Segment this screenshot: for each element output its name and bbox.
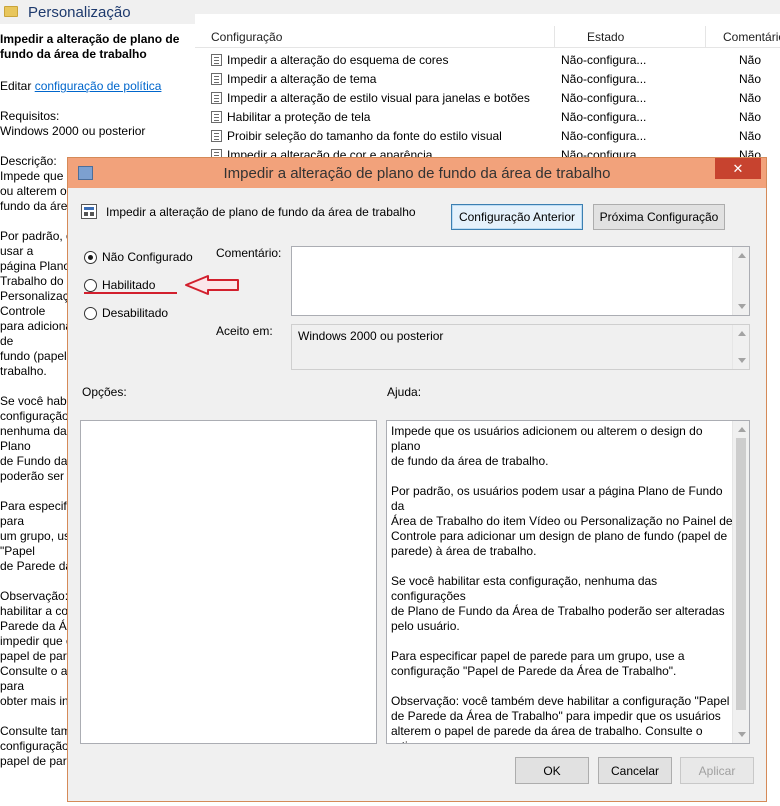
requirements-label: Requisitos: (0, 109, 60, 123)
description-label: Descrição: (0, 154, 57, 168)
category-title: Personalização (28, 4, 131, 21)
policy-setting-icon (81, 204, 97, 219)
row-state: Não-configura... (561, 129, 647, 143)
table-row[interactable]: Impedir a alteração do esquema de cores N… (209, 51, 780, 70)
cancel-button[interactable]: Cancelar (598, 757, 672, 784)
radio-not-configured-circle[interactable] (84, 250, 97, 264)
list-header: Configuração Estado Comentário (195, 26, 780, 48)
policy-setting-icon (211, 130, 222, 142)
radio-enabled-label: Habilitado (102, 278, 156, 292)
comment-scrollbar[interactable] (732, 247, 749, 315)
row-state: Não-configura... (561, 91, 647, 105)
previous-setting-button[interactable]: Configuração Anterior (451, 204, 583, 230)
help-scroll-thumb[interactable] (736, 438, 746, 710)
row-state: Não-configura... (561, 72, 647, 86)
supported-on-box: Windows 2000 ou posterior (291, 324, 750, 370)
next-setting-button[interactable]: Próxima Configuração (593, 204, 725, 230)
policy-setting-icon (211, 73, 222, 85)
options-pane (80, 420, 377, 744)
radio-disabled-circle[interactable] (84, 306, 97, 320)
table-row[interactable]: Habilitar a proteção de tela Não-configur… (209, 108, 780, 127)
row-setting-name: Impedir a alteração de estilo visual par… (227, 91, 530, 105)
radio-disabled-label: Desabilitado (102, 306, 169, 320)
help-scrollbar[interactable] (732, 421, 749, 743)
scroll-down-icon[interactable] (738, 358, 746, 363)
policy-setting-icon (211, 92, 222, 104)
policy-setting-icon (211, 111, 222, 123)
dialog-title-bar[interactable]: Impedir a alteração de plano de fundo da… (68, 158, 766, 188)
column-header-state[interactable]: Estado (587, 30, 624, 44)
edit-policy-link[interactable]: configuração de política (35, 79, 162, 93)
row-setting-name: Habilitar a proteção de tela (227, 110, 371, 124)
column-header-comment[interactable]: Comentário (723, 30, 780, 44)
policy-title: Impedir a alteração de plano de fundo da… (0, 32, 180, 61)
supported-on-value: Windows 2000 ou posterior (298, 329, 444, 343)
column-separator[interactable] (705, 26, 706, 48)
policy-setting-icon (211, 54, 222, 66)
folder-icon (4, 6, 18, 17)
row-state: Não-configura... (561, 110, 647, 124)
help-label: Ajuda: (387, 385, 422, 399)
help-pane[interactable]: Impede que os usuários adicionem ou alte… (386, 420, 750, 744)
radio-enabled-circle[interactable] (84, 278, 97, 292)
setting-name: Impedir a alteração de plano de fundo da… (106, 205, 416, 219)
row-comment: Não (739, 72, 762, 86)
row-comment: Não (739, 110, 762, 124)
options-label: Opções: (82, 385, 127, 399)
annotation-underline (84, 292, 177, 294)
scroll-down-icon[interactable] (738, 732, 746, 737)
comment-label: Comentário: (216, 246, 282, 260)
supported-on-label: Aceito em: (216, 324, 273, 338)
requirements-value: Windows 2000 ou posterior (0, 124, 146, 138)
close-icon: ✕ (732, 161, 744, 176)
scroll-up-icon[interactable] (738, 427, 746, 432)
close-button[interactable]: ✕ (715, 158, 761, 179)
comment-textbox[interactable] (291, 246, 750, 316)
row-comment: Não (739, 129, 762, 143)
column-header-name[interactable]: Configuração (211, 30, 282, 44)
apply-button[interactable]: Aplicar (680, 757, 754, 784)
table-row[interactable]: Proibir seleção do tamanho da fonte do e… (209, 127, 780, 146)
edit-prefix: Editar (0, 79, 35, 93)
row-comment: Não (739, 53, 762, 67)
row-state: Não-configura... (561, 53, 647, 67)
row-comment: Não (739, 91, 762, 105)
ok-button[interactable]: OK (515, 757, 589, 784)
column-separator[interactable] (554, 26, 555, 48)
scroll-up-icon[interactable] (738, 253, 746, 258)
radio-not-configured-label: Não Configurado (102, 250, 193, 264)
edit-line: Editar configuração de política (0, 79, 161, 93)
scroll-down-icon[interactable] (738, 304, 746, 309)
row-setting-name: Impedir a alteração de tema (227, 72, 377, 86)
supported-scrollbar[interactable] (732, 325, 749, 369)
dialog-body: Impedir a alteração de plano de fundo da… (74, 188, 760, 797)
radio-not-configured[interactable]: Não Configurado (84, 248, 193, 266)
table-row[interactable]: Impedir a alteração de tema Não-configura… (209, 70, 780, 89)
policy-settings-dialog: Impedir a alteração de plano de fundo da… (67, 157, 767, 802)
dialog-title: Impedir a alteração de plano de fundo da… (223, 165, 611, 182)
scroll-up-icon[interactable] (738, 331, 746, 336)
row-setting-name: Impedir a alteração do esquema de cores (227, 53, 449, 67)
radio-disabled[interactable]: Desabilitado (84, 304, 168, 322)
row-setting-name: Proibir seleção do tamanho da fonte do e… (227, 129, 502, 143)
help-text: Impede que os usuários adicionem ou alte… (391, 424, 733, 743)
table-row[interactable]: Impedir a alteração de estilo visual par… (209, 89, 780, 108)
